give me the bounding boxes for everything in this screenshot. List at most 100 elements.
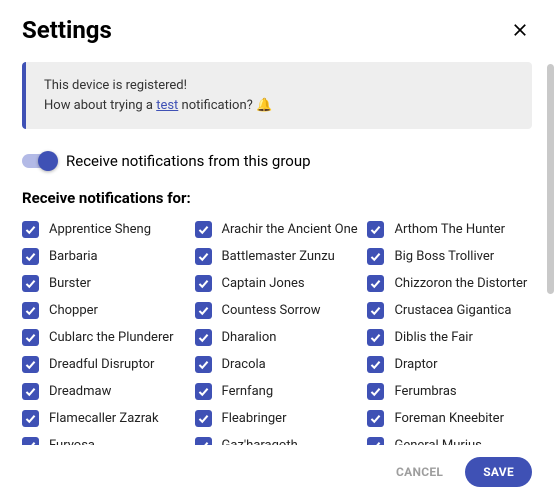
boss-label: Crustacea Gigantica — [394, 303, 511, 318]
check-icon — [197, 439, 210, 445]
boss-item: Diblis the Fair — [367, 329, 532, 346]
boss-item: Crustacea Gigantica — [367, 302, 532, 319]
boss-item: Dreadmaw — [22, 383, 187, 400]
check-icon — [369, 385, 382, 398]
boss-item: Big Boss Trolliver — [367, 248, 532, 265]
boss-checkbox[interactable] — [22, 383, 39, 400]
boss-checkbox[interactable] — [195, 329, 212, 346]
boss-item: Furyosa — [22, 437, 187, 445]
boss-label: Cublarc the Plunderer — [49, 330, 174, 345]
boss-label: Furyosa — [49, 438, 95, 445]
boss-checkbox[interactable] — [367, 383, 384, 400]
check-icon — [24, 304, 37, 317]
check-icon — [369, 439, 382, 445]
boss-label: Chizzoron the Distorter — [394, 276, 527, 291]
boss-item: Fernfang — [195, 383, 360, 400]
boss-checkbox[interactable] — [195, 275, 212, 292]
scrollbar[interactable] — [547, 64, 554, 294]
check-icon — [24, 358, 37, 371]
check-icon — [369, 250, 382, 263]
boss-checkbox[interactable] — [195, 410, 212, 427]
boss-item: Dharalion — [195, 329, 360, 346]
boss-item: Burster — [22, 275, 187, 292]
boss-item: Captain Jones — [195, 275, 360, 292]
check-icon — [369, 277, 382, 290]
boss-label: Arachir the Ancient One — [222, 222, 358, 237]
boss-item: General Murius — [367, 437, 532, 445]
boss-checkbox[interactable] — [22, 302, 39, 319]
boss-checkbox[interactable] — [22, 248, 39, 265]
settings-dialog: Settings This device is registered! How … — [0, 0, 554, 503]
check-icon — [197, 385, 210, 398]
boss-checkbox[interactable] — [195, 437, 212, 445]
boss-label: Dreadmaw — [49, 384, 111, 399]
boss-checkbox[interactable] — [22, 275, 39, 292]
boss-checkbox[interactable] — [367, 248, 384, 265]
check-icon — [24, 250, 37, 263]
boss-label: Dharalion — [222, 330, 277, 345]
boss-item: Arachir the Ancient One — [195, 221, 360, 238]
boss-label: Dracola — [222, 357, 266, 372]
boss-item: Dreadful Disruptor — [22, 356, 187, 373]
boss-checkbox[interactable] — [22, 221, 39, 238]
save-button[interactable]: SAVE — [465, 457, 532, 487]
check-icon — [24, 277, 37, 290]
cancel-button[interactable]: CANCEL — [388, 459, 451, 485]
boss-label: Gaz'haragoth — [222, 438, 298, 445]
close-button[interactable] — [508, 18, 532, 42]
dialog-header: Settings — [0, 0, 554, 54]
dialog-footer: CANCEL SAVE — [0, 445, 554, 503]
check-icon — [197, 223, 210, 236]
boss-label: Battlemaster Zunzu — [222, 249, 335, 264]
test-link[interactable]: test — [156, 98, 178, 113]
boss-label: Draptor — [394, 357, 437, 372]
check-icon — [197, 304, 210, 317]
boss-checkbox[interactable] — [195, 302, 212, 319]
boss-label: Barbaria — [49, 249, 98, 264]
boss-item: Flamecaller Zazrak — [22, 410, 187, 427]
boss-item: Foreman Kneebiter — [367, 410, 532, 427]
boss-checkbox[interactable] — [367, 275, 384, 292]
info-line-1: This device is registered! — [44, 76, 514, 96]
boss-label: Ferumbras — [394, 384, 456, 399]
boss-checkbox[interactable] — [22, 437, 39, 445]
dialog-body: This device is registered! How about try… — [0, 54, 554, 445]
boss-checkbox[interactable] — [367, 410, 384, 427]
boss-checkbox[interactable] — [195, 221, 212, 238]
notifications-toggle[interactable] — [22, 151, 56, 171]
boss-item: Chizzoron the Distorter — [367, 275, 532, 292]
check-icon — [369, 358, 382, 371]
boss-label: Fernfang — [222, 384, 274, 399]
boss-checkbox[interactable] — [195, 356, 212, 373]
boss-checkbox[interactable] — [367, 221, 384, 238]
check-icon — [24, 223, 37, 236]
check-icon — [197, 331, 210, 344]
boss-item: Cublarc the Plunderer — [22, 329, 187, 346]
boss-item: Ferumbras — [367, 383, 532, 400]
boss-label: Arthom The Hunter — [394, 222, 505, 237]
boss-item: Countess Sorrow — [195, 302, 360, 319]
boss-item: Barbaria — [22, 248, 187, 265]
boss-checkbox[interactable] — [22, 356, 39, 373]
info-banner: This device is registered! How about try… — [22, 62, 532, 129]
bell-icon: 🔔 — [256, 98, 272, 113]
check-icon — [369, 331, 382, 344]
boss-checkbox[interactable] — [367, 302, 384, 319]
boss-checkbox[interactable] — [22, 329, 39, 346]
boss-checkbox[interactable] — [195, 248, 212, 265]
boss-checkbox[interactable] — [367, 437, 384, 445]
boss-label: Fleabringer — [222, 411, 287, 426]
close-icon — [511, 21, 529, 39]
boss-checkbox[interactable] — [195, 383, 212, 400]
boss-checkbox[interactable] — [22, 410, 39, 427]
info-line-2: How about trying a test notification? 🔔 — [44, 96, 514, 116]
boss-label: Captain Jones — [222, 276, 305, 291]
boss-checkbox[interactable] — [367, 329, 384, 346]
boss-label: Countess Sorrow — [222, 303, 321, 318]
boss-label: General Murius — [394, 438, 481, 445]
boss-checkbox[interactable] — [367, 356, 384, 373]
boss-item: Arthom The Hunter — [367, 221, 532, 238]
boss-item: Battlemaster Zunzu — [195, 248, 360, 265]
check-icon — [197, 412, 210, 425]
boss-item: Fleabringer — [195, 410, 360, 427]
